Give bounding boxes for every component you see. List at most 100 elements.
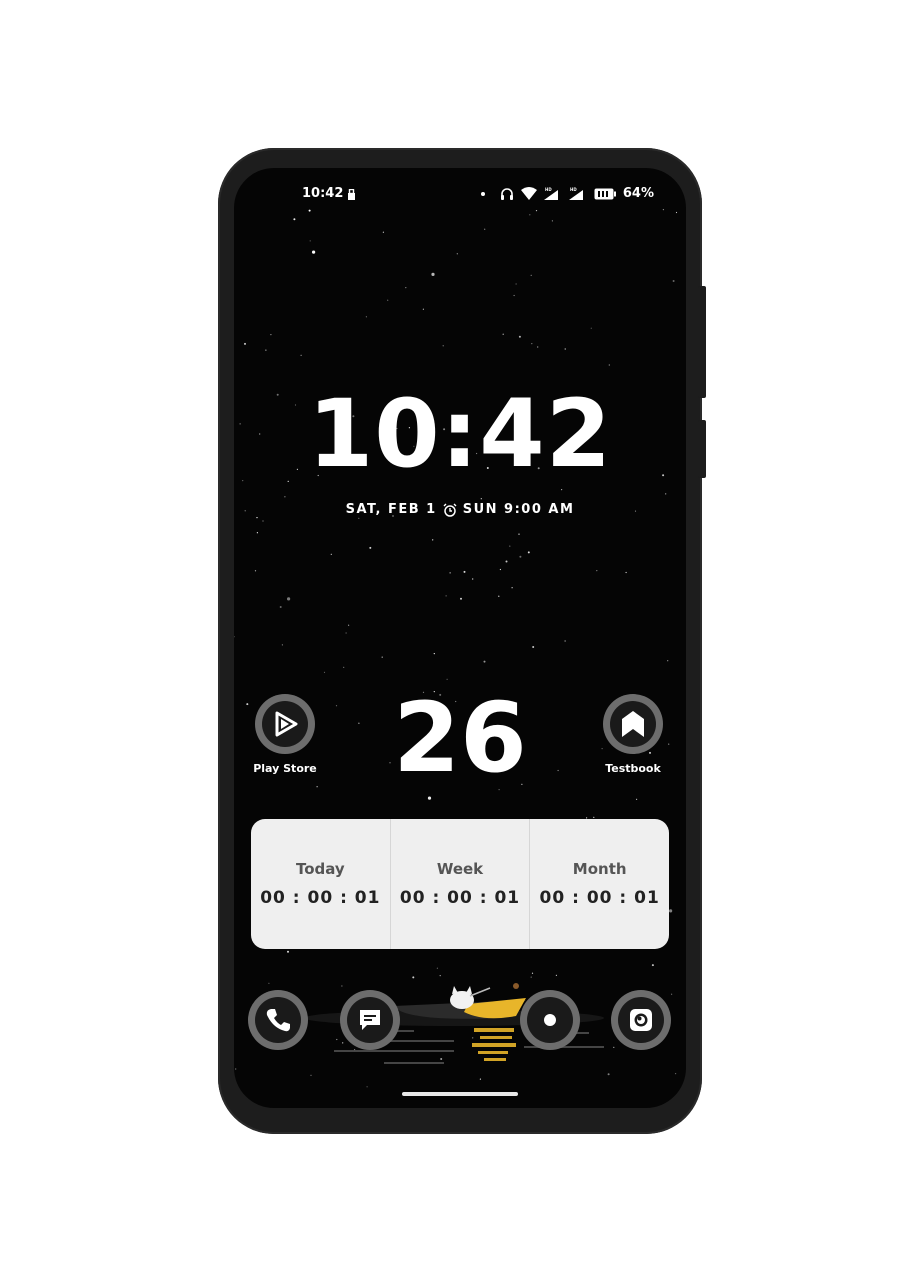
- timer-label: Today: [295, 860, 345, 878]
- lockscreen-clock[interactable]: 10:42: [234, 388, 686, 482]
- star: [369, 546, 372, 549]
- star: [590, 327, 592, 329]
- date-alarm-row[interactable]: SAT, FEB 1 SUN 9:00 AM: [234, 502, 686, 517]
- star: [515, 283, 517, 285]
- star: [387, 299, 389, 301]
- dock: [234, 990, 686, 1050]
- star: [345, 632, 347, 634]
- star: [268, 982, 270, 984]
- signal-hd-icon: HD: [543, 187, 558, 200]
- star: [312, 250, 316, 254]
- star: [293, 218, 296, 221]
- headphones-icon: [500, 188, 513, 200]
- star: [532, 646, 535, 648]
- star: [564, 640, 566, 642]
- star: [436, 967, 438, 969]
- star: [551, 220, 553, 222]
- star: [564, 348, 566, 350]
- lock-icon: [348, 189, 355, 200]
- star: [235, 1068, 237, 1070]
- star: [284, 496, 286, 498]
- testbook-icon-ring: [603, 694, 663, 754]
- star: [472, 578, 474, 580]
- timer-value: 00 : 00 : 01: [539, 888, 660, 908]
- messages-app-button[interactable]: [340, 990, 400, 1050]
- star: [456, 253, 458, 255]
- star: [422, 308, 424, 310]
- screen: 10:42 HD HD 64% 10:42 SAT, FEB 1 SUN 9:0…: [234, 168, 686, 1108]
- star: [365, 316, 367, 318]
- star: [483, 660, 486, 663]
- camera-icon: [618, 997, 664, 1043]
- starfield-wallpaper: [234, 209, 678, 1088]
- timer-today: Today 00 : 00 : 01: [251, 819, 390, 949]
- star: [498, 595, 500, 597]
- star: [343, 666, 345, 668]
- star: [300, 354, 302, 356]
- star: [531, 343, 533, 345]
- date-text: SAT, FEB 1: [345, 502, 437, 517]
- star: [675, 1073, 677, 1075]
- star: [669, 909, 673, 913]
- usage-timer-widget[interactable]: Today 00 : 00 : 01 Week 00 : 00 : 01 Mon…: [251, 819, 669, 949]
- star: [518, 533, 520, 535]
- star: [449, 572, 451, 574]
- svg-text:HD: HD: [570, 187, 577, 192]
- star: [281, 644, 283, 646]
- star: [499, 568, 501, 571]
- star: [348, 624, 350, 626]
- star: [382, 231, 384, 233]
- camera-dot-app-button[interactable]: [520, 990, 580, 1050]
- home-indicator[interactable]: [402, 1092, 518, 1096]
- star: [527, 551, 530, 554]
- star: [427, 796, 432, 800]
- star: [667, 660, 669, 662]
- star: [535, 210, 538, 212]
- star: [502, 333, 504, 335]
- status-bar: 10:42 HD HD 64%: [234, 186, 686, 206]
- battery-percent: 64%: [622, 186, 654, 201]
- star: [431, 272, 435, 276]
- star: [442, 345, 444, 347]
- star: [675, 211, 678, 214]
- star: [287, 950, 289, 953]
- timer-month: Month 00 : 00 : 01: [529, 819, 669, 949]
- timer-week: Week 00 : 00 : 01: [389, 819, 530, 949]
- camera-dot-icon: [527, 997, 573, 1043]
- star: [625, 571, 627, 574]
- star: [460, 597, 462, 600]
- star: [505, 560, 508, 563]
- star: [463, 570, 466, 573]
- alarm-text: SUN 9:00 AM: [462, 502, 575, 517]
- testbook-shortcut[interactable]: Testbook: [588, 694, 678, 775]
- star: [265, 349, 267, 351]
- star: [608, 364, 610, 366]
- wifi-icon: [520, 187, 537, 200]
- star: [316, 786, 318, 788]
- star: [323, 671, 326, 673]
- star: [636, 798, 638, 800]
- star: [234, 636, 235, 638]
- star: [330, 553, 332, 555]
- star: [662, 209, 664, 211]
- star: [484, 228, 486, 230]
- camera-app-button[interactable]: [611, 990, 671, 1050]
- status-time: 10:42: [302, 186, 344, 201]
- star: [596, 570, 598, 572]
- svg-text:HD: HD: [545, 187, 552, 192]
- star: [509, 545, 511, 547]
- star: [256, 517, 258, 519]
- phone-app-button[interactable]: [248, 990, 308, 1050]
- star: [358, 517, 360, 519]
- star: [254, 570, 257, 572]
- star: [651, 964, 654, 967]
- star: [244, 342, 246, 345]
- star: [446, 678, 448, 680]
- phone-icon: [255, 997, 301, 1043]
- star: [593, 816, 595, 819]
- star: [381, 656, 383, 658]
- star: [445, 595, 447, 597]
- timer-label: Month: [572, 860, 627, 878]
- star: [256, 532, 258, 534]
- star: [529, 214, 531, 216]
